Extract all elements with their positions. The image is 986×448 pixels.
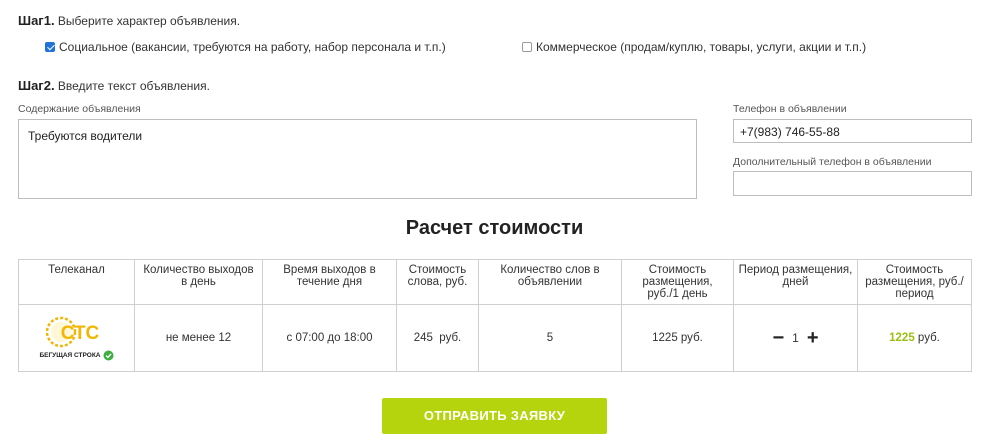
total-value: 1225: [889, 332, 915, 344]
step2-heading: Шаг2. Введите текст объявления.: [18, 78, 210, 93]
ctc-logo-icon: СТС: [45, 316, 99, 348]
checkbox-commercial[interactable]: [522, 42, 532, 52]
cell-outputs: не менее 12: [134, 304, 263, 372]
cell-period: − 1 +: [733, 304, 858, 372]
header-period: Период размещения, дней: [733, 259, 858, 305]
cell-time: с 07:00 до 18:00: [262, 304, 397, 372]
period-stepper: − 1 +: [735, 328, 856, 348]
submit-button[interactable]: ОТПРАВИТЬ ЗАЯВКУ: [382, 398, 607, 434]
cell-channel: СТС БЕГУЩАЯ СТРОКА: [18, 304, 135, 372]
step1-text: Выберите характер объявления.: [57, 14, 241, 28]
header-total: Стоимость размещения, руб./период: [857, 259, 972, 305]
table-row: СТС БЕГУЩАЯ СТРОКА не менее 12 с 07:00 д…: [18, 304, 972, 372]
checkbox-social[interactable]: [45, 42, 55, 52]
cell-word-price: 245 руб.: [396, 304, 479, 372]
price-table: Телеканал Количество выходов в день Врем…: [18, 259, 972, 372]
step1-heading: Шаг1. Выберите характер объявления.: [18, 13, 240, 28]
calc-title: Расчет стоимости: [405, 217, 584, 239]
cell-day-price: 1225 руб.: [621, 304, 734, 372]
option-commercial[interactable]: Коммерческое (продам/куплю, товары, услу…: [522, 40, 866, 54]
cell-total: 1225 руб.: [857, 304, 972, 372]
option-social[interactable]: Социальное (вакансии, требуются на работ…: [45, 40, 446, 54]
phone2-field[interactable]: [733, 171, 972, 196]
ctc-logo: СТС БЕГУЩАЯ СТРОКА: [20, 315, 133, 361]
header-outputs: Количество выходов в день: [134, 259, 263, 305]
header-word-count: Количество слов в объявлении: [478, 259, 622, 305]
header-day-price: Стоимость размещения, руб./1 день: [621, 259, 734, 305]
plus-button[interactable]: +: [807, 328, 819, 348]
table-header-row: Телеканал Количество выходов в день Врем…: [18, 259, 972, 305]
cell-word-count: 5: [478, 304, 622, 372]
header-time: Время выходов в течение дня: [262, 259, 397, 305]
step2-title: Шаг2.: [18, 78, 55, 93]
phone2-label: Дополнительный телефон в объявлении: [733, 156, 932, 168]
ctc-logo-text: СТС: [60, 323, 99, 344]
step2-text: Введите текст объявления.: [57, 79, 210, 93]
checkmark-icon: [103, 350, 113, 361]
phone-label: Телефон в объявлении: [733, 103, 847, 115]
header-channel: Телеканал: [18, 259, 135, 305]
step1-title: Шаг1.: [18, 13, 55, 28]
phone-field[interactable]: +7(983) 746-55-88: [733, 119, 972, 143]
minus-button[interactable]: −: [772, 328, 784, 348]
option-social-label: Социальное (вакансии, требуются на работ…: [59, 40, 446, 54]
total-unit: руб.: [914, 332, 940, 344]
period-value: 1: [792, 331, 799, 345]
channel-caption: БЕГУЩАЯ СТРОКА: [39, 352, 101, 359]
content-textarea[interactable]: Требуются водители: [18, 119, 697, 199]
header-word-price: Стоимость слова, руб.: [396, 259, 479, 305]
content-label: Содержание объявления: [18, 103, 141, 115]
option-commercial-label: Коммерческое (продам/куплю, товары, услу…: [536, 40, 867, 54]
